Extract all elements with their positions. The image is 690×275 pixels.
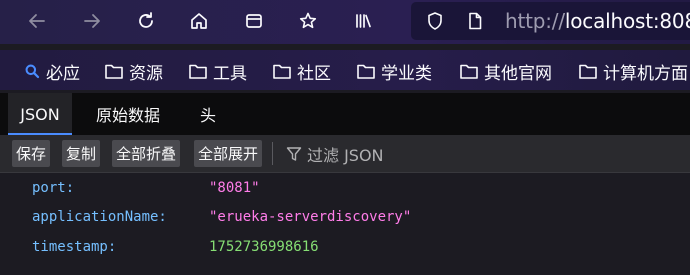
json-value: "erueka-serverdiscovery" [209, 209, 412, 225]
bookmark-label: 资源 [129, 63, 163, 84]
bookmark-folder-tools[interactable]: 工具 [188, 59, 247, 84]
tab-label: 头 [200, 106, 217, 125]
home-icon [191, 13, 207, 29]
search-icon [25, 64, 40, 78]
reload-icon [139, 12, 153, 28]
json-key: timestamp: [32, 239, 117, 255]
back-arrow-icon [29, 14, 45, 28]
tab-raw-data[interactable]: 原始数据 [96, 93, 160, 135]
site-info-button[interactable] [462, 8, 488, 34]
json-row[interactable]: timestamp: 1752736998616 [0, 233, 690, 263]
bookmark-folder-community[interactable]: 社区 [272, 59, 331, 84]
library-icon [356, 14, 371, 28]
page-icon [469, 12, 482, 30]
viewer-tabs: JSON 原始数据 头 [0, 93, 690, 135]
json-row[interactable]: port: "8081" [0, 174, 690, 204]
bookmarks-bar: 必应 资源 工具 社区 学业类 其他官网 计算机方面 [0, 50, 690, 90]
browser-toolbar: http://localhost:808 [0, 0, 690, 44]
folder-icon [460, 64, 478, 79]
sidebar-icon [246, 14, 262, 28]
bookmark-label: 必应 [46, 63, 80, 84]
tab-json[interactable]: JSON [8, 93, 72, 135]
bookmark-folder-resources[interactable]: 资源 [104, 59, 163, 84]
bookmark-folder-other-sites[interactable]: 其他官网 [459, 59, 552, 84]
bookmark-label: 学业类 [381, 63, 432, 84]
library-button[interactable] [348, 6, 378, 36]
reload-button[interactable] [131, 6, 161, 36]
json-tree: port: "8081" applicationName: "erueka-se… [0, 173, 690, 275]
json-key: applicationName: [32, 209, 167, 225]
json-value: 1752736998616 [209, 239, 319, 255]
collapse-all-button[interactable]: 全部折叠 [112, 140, 181, 167]
json-row[interactable]: applicationName: "erueka-serverdiscovery… [0, 203, 690, 233]
folder-icon [189, 64, 207, 79]
bookmark-label: 社区 [297, 63, 331, 84]
save-button[interactable]: 保存 [12, 140, 51, 167]
star-icon [299, 12, 317, 29]
copy-button[interactable]: 复制 [62, 140, 101, 167]
url-protocol: http:// [505, 9, 565, 33]
shield-icon [428, 12, 442, 30]
folder-icon [579, 64, 597, 79]
json-key: port: [32, 180, 75, 196]
bookmark-folder-academics[interactable]: 学业类 [356, 59, 432, 84]
forward-button[interactable] [77, 6, 107, 36]
json-value: "8081" [209, 180, 260, 196]
url-text[interactable]: http://localhost:808 [505, 9, 690, 33]
json-toolbar: 保存 复制 全部折叠 全部展开 过滤 JSON [0, 135, 690, 173]
toolbar-divider [272, 142, 273, 165]
bookmark-label: 工具 [213, 63, 247, 84]
url-host: localhost:808 [564, 9, 690, 33]
bookmark-folder-computing[interactable]: 计算机方面 [578, 59, 688, 84]
tab-headers[interactable]: 头 [200, 93, 216, 135]
bookmark-label: 计算机方面 [603, 63, 688, 84]
bookmark-bing[interactable]: 必应 [24, 59, 80, 84]
filter-icon [286, 146, 302, 161]
folder-icon [105, 64, 123, 79]
tab-label: JSON [20, 104, 60, 124]
sidebar-button[interactable] [239, 6, 269, 36]
folder-icon [273, 64, 291, 79]
expand-all-button[interactable]: 全部展开 [194, 140, 263, 167]
home-button[interactable] [184, 6, 214, 36]
back-button[interactable] [22, 6, 52, 36]
tab-label: 原始数据 [96, 106, 161, 125]
bookmark-star-button[interactable] [293, 6, 323, 36]
filter-placeholder: 过滤 JSON [307, 145, 384, 165]
folder-icon [357, 64, 375, 79]
filter-json-input[interactable]: 过滤 JSON [286, 140, 384, 167]
forward-arrow-icon [84, 14, 100, 28]
bookmark-label: 其他官网 [484, 63, 552, 84]
tracking-protection-button[interactable] [422, 8, 448, 34]
